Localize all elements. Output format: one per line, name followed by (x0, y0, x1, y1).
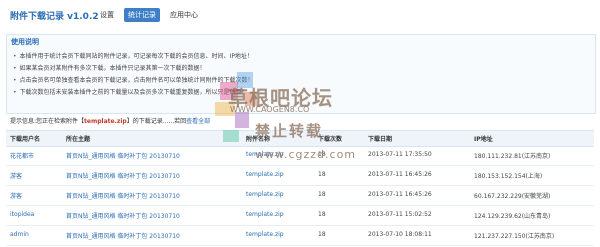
table-row: admin 首页N钻_通用风格 临时补丁包 20130710 template.… (6, 226, 594, 246)
ip-address: 121.237.227.150(江苏南京) (474, 233, 555, 240)
search-tip: 提示信息:您正在检索附件【template.zip】的下载记录......若回查… (10, 116, 210, 125)
user-link[interactable]: admin (10, 231, 29, 238)
ip-address: 180.111.232.81(江苏南京) (474, 153, 551, 160)
usage-title: 使用说明 (11, 38, 39, 46)
col-user: 下载用户名 (10, 136, 41, 143)
ip-address: 124.129.239.62(山东青岛) (474, 213, 551, 220)
menu-app-center[interactable]: 应用中心 (166, 8, 202, 22)
ip-address: 60.167.232.229(安徽芜湖) (474, 193, 551, 200)
attachment-link[interactable]: template.zip (246, 191, 284, 198)
watermark-domain: WWW.CAOGEN8.CO (230, 105, 310, 114)
tip-suffix: 】的下载记录......若回 (126, 118, 187, 125)
watermark-url: www.cgzzd.com (255, 148, 357, 161)
post-link[interactable]: 首页N钻_通用风格 临时补丁包 20130710 (66, 191, 180, 200)
attachment-link[interactable]: template.zip (246, 171, 284, 178)
download-date: 2013-07-11 15:02:52 (368, 211, 432, 218)
download-date: 2013-07-11 16:45:26 (368, 171, 432, 178)
download-count: 18 (318, 211, 326, 218)
table-row: itopidea 首页N钻_通用风格 临时补丁包 20130710 templa… (6, 206, 594, 226)
col-ip: IP地址 (474, 136, 493, 143)
view-all-link[interactable]: 查看全部 (186, 118, 210, 125)
usage-item: 本插件用于统计会员下载同站的附件记录，可记录每次下载的会员信息、时间、IP地址！ (13, 51, 254, 63)
usage-item: 下载次数包括未安装本插件之前的下载量以及会员多次下载重复数据，所以只是估算！ (13, 87, 254, 99)
download-count: 18 (318, 191, 326, 198)
user-link[interactable]: itopidea (10, 211, 34, 218)
download-date: 2013-07-11 17:35:50 (368, 151, 432, 158)
usage-item: 如果某会员对某附件有多次下载，本插件只记录其第一次下载的数据！ (13, 63, 254, 75)
download-date: 2013-07-10 18:08:11 (368, 231, 432, 238)
page-title: 附件下载记录 v1.0.2 (10, 12, 99, 22)
menu-settings[interactable]: 设置 (96, 8, 118, 22)
attachment-link[interactable]: template.zip (246, 231, 284, 238)
attachment-link[interactable]: template.zip (246, 211, 284, 218)
usage-list: 本插件用于统计会员下载同站的附件记录，可记录每次下载的会员信息、时间、IP地址！… (13, 51, 254, 99)
post-link[interactable]: 首页N钻_通用风格 临时补丁包 20130710 (66, 171, 180, 180)
post-link[interactable]: 首页N钻_通用风格 临时补丁包 20130710 (66, 231, 180, 240)
col-date: 下载日期 (368, 136, 393, 143)
user-link[interactable]: 游客 (10, 191, 22, 200)
tip-prefix: 提示信息:您正在检索附件【 (10, 118, 85, 125)
ip-address: 180.153.152.154(上海) (474, 173, 543, 180)
top-menu: 设置 统计记录 应用中心 (96, 8, 202, 22)
post-link[interactable]: 首页N钻_通用风格 临时补丁包 20130710 (66, 151, 180, 160)
download-count: 18 (318, 171, 326, 178)
usage-item: 点击会员名可单独查看本会员的下载记录，点击附件名可以单独统计同附件的下载次数！ (13, 75, 254, 87)
watermark-notice: 禁止转载 (255, 122, 324, 140)
col-post: 所在主题 (66, 136, 91, 143)
user-link[interactable]: 游客 (10, 171, 22, 180)
tip-filename: template.zip (84, 118, 127, 125)
user-link[interactable]: 花花都市 (10, 151, 34, 160)
top-bar: 附件下载记录 v1.0.2 设置 统计记录 应用中心 (0, 0, 600, 30)
download-count: 18 (318, 231, 326, 238)
table-row: 游客 首页N钻_通用风格 临时补丁包 20130710 template.zip… (6, 166, 594, 186)
menu-statistics[interactable]: 统计记录 (124, 8, 160, 22)
post-link[interactable]: 首页N钻_通用风格 临时补丁包 20130710 (66, 211, 180, 220)
download-date: 2013-07-11 16:45:26 (368, 191, 432, 198)
table-row: 游客 首页N钻_通用风格 临时补丁包 20130710 template.zip… (6, 186, 594, 206)
